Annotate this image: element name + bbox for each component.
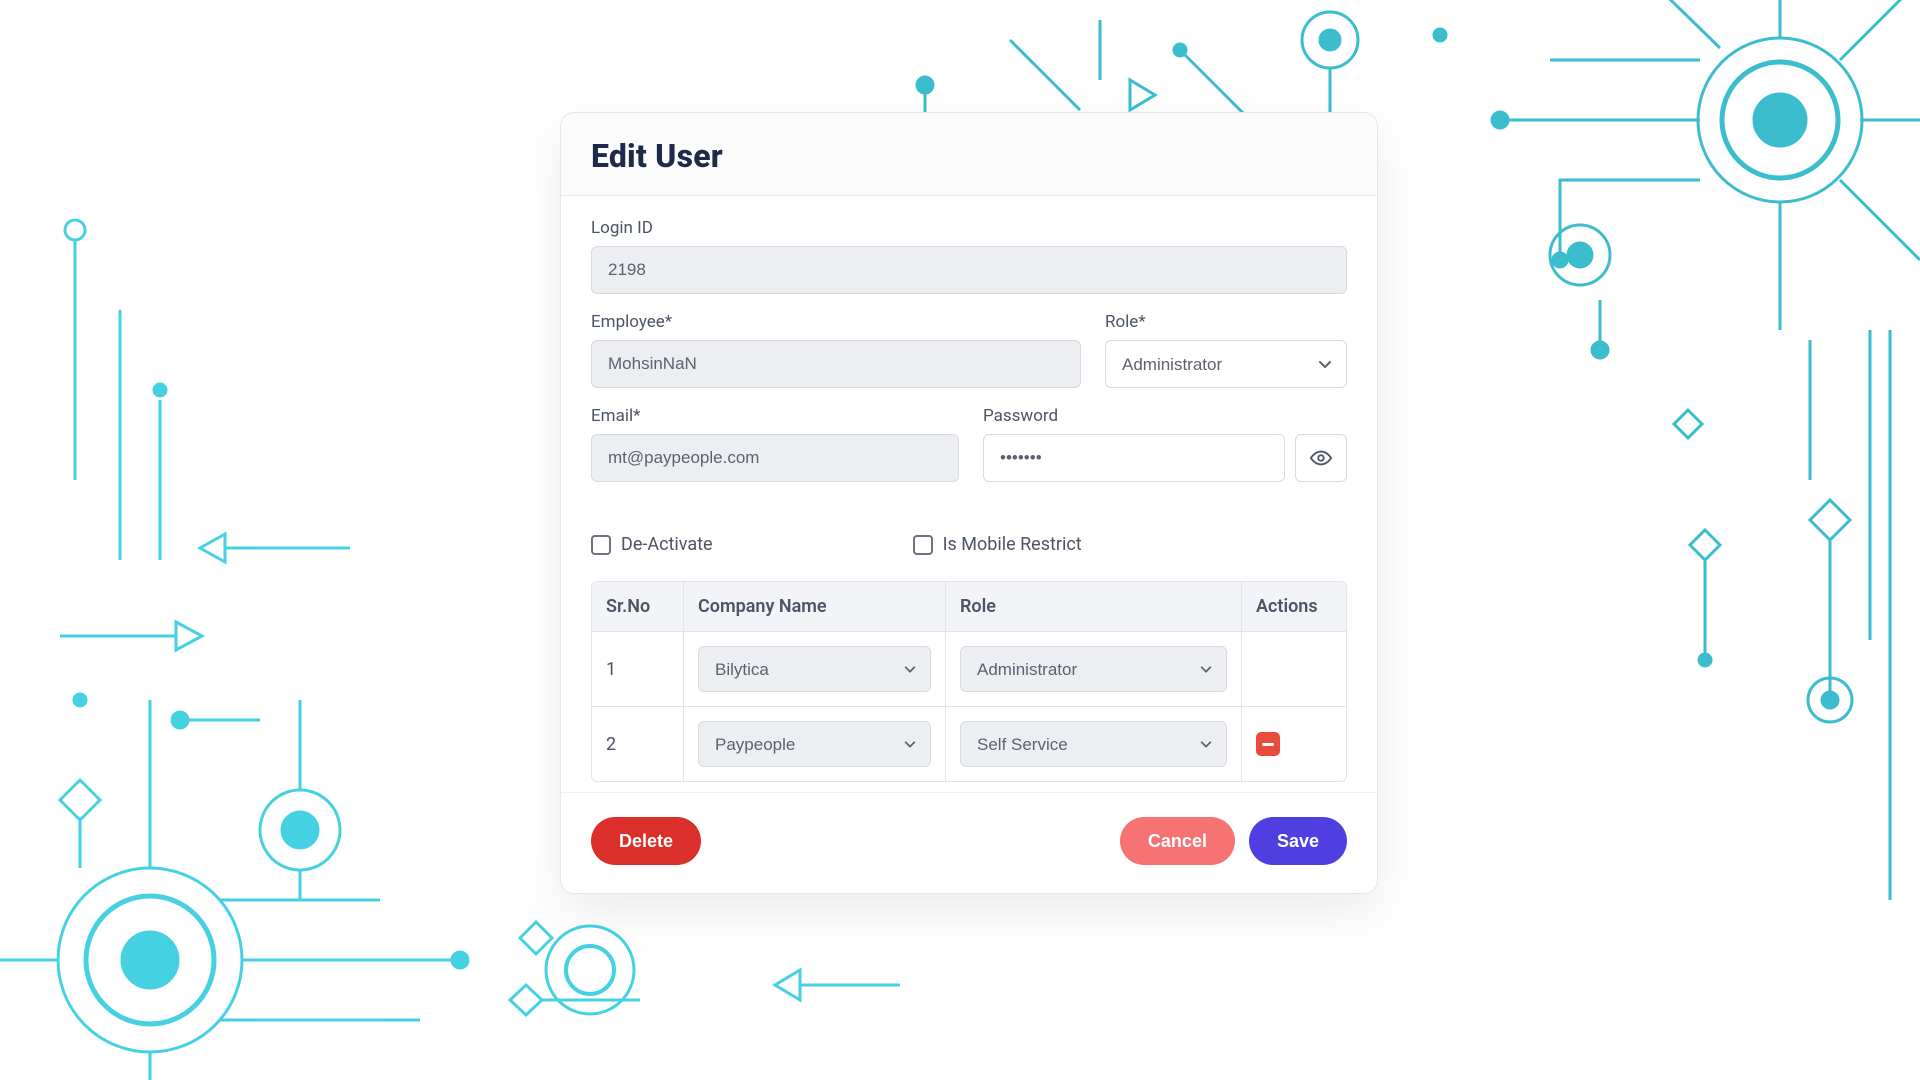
save-button[interactable]: Save <box>1249 817 1347 865</box>
login-id-label: Login ID <box>591 218 1347 238</box>
cell-role: Administrator <box>946 632 1242 707</box>
modal-footer: Delete Cancel Save <box>561 792 1377 893</box>
col-header-actions: Actions <box>1242 582 1346 632</box>
checkbox-icon <box>913 535 933 555</box>
password-input[interactable] <box>983 434 1285 482</box>
employee-input[interactable] <box>591 340 1081 388</box>
cell-company: Paypeople <box>684 707 946 781</box>
email-field: Email* <box>591 406 959 482</box>
email-label: Email* <box>591 406 959 426</box>
cancel-button[interactable]: Cancel <box>1120 817 1235 865</box>
delete-button[interactable]: Delete <box>591 817 701 865</box>
deactivate-label: De-Activate <box>621 534 713 555</box>
table-header-row: Sr.No Company Name Role Actions <box>592 582 1346 632</box>
cell-sr: 2 <box>592 707 684 781</box>
row-role-select[interactable]: Administrator <box>960 646 1227 692</box>
row-role-select[interactable]: Self Service <box>960 721 1227 767</box>
cell-company: Bilytica <box>684 632 946 707</box>
minus-icon <box>1262 743 1274 746</box>
checkbox-icon <box>591 535 611 555</box>
modal-title: Edit User <box>591 137 1347 175</box>
cell-role: Self Service <box>946 707 1242 781</box>
role-field: Role* Administrator <box>1105 312 1347 388</box>
modal-body: Login ID Employee* Role* Administrator <box>561 196 1377 792</box>
deactivate-checkbox[interactable]: De-Activate <box>591 534 713 555</box>
company-select[interactable]: Paypeople <box>698 721 931 767</box>
cell-actions <box>1242 632 1346 707</box>
role-select[interactable]: Administrator <box>1105 340 1347 388</box>
role-label: Role* <box>1105 312 1347 332</box>
col-header-sr: Sr.No <box>592 582 684 632</box>
table-row: 1 Bilytica Administrator <box>592 632 1346 707</box>
table-row: 2 Paypeople Self Service <box>592 707 1346 781</box>
login-id-input[interactable] <box>591 246 1347 294</box>
password-field: Password <box>983 406 1347 482</box>
employee-label: Employee* <box>591 312 1081 332</box>
mobile-restrict-checkbox[interactable]: Is Mobile Restrict <box>913 534 1082 555</box>
mobile-restrict-label: Is Mobile Restrict <box>943 534 1082 555</box>
col-header-role: Role <box>946 582 1242 632</box>
toggle-password-visibility-button[interactable] <box>1295 434 1347 482</box>
email-input[interactable] <box>591 434 959 482</box>
cell-sr: 1 <box>592 632 684 707</box>
col-header-company: Company Name <box>684 582 946 632</box>
cell-actions <box>1242 707 1346 781</box>
login-id-field: Login ID <box>591 218 1347 294</box>
edit-user-modal: Edit User Login ID Employee* Role* Admin… <box>560 112 1378 894</box>
modal-header: Edit User <box>561 113 1377 196</box>
employee-field: Employee* <box>591 312 1081 388</box>
eye-icon <box>1310 447 1332 469</box>
company-select[interactable]: Bilytica <box>698 646 931 692</box>
password-label: Password <box>983 406 1347 426</box>
company-role-table: Sr.No Company Name Role Actions 1 Bilyti… <box>591 581 1347 782</box>
remove-row-button[interactable] <box>1256 732 1280 756</box>
